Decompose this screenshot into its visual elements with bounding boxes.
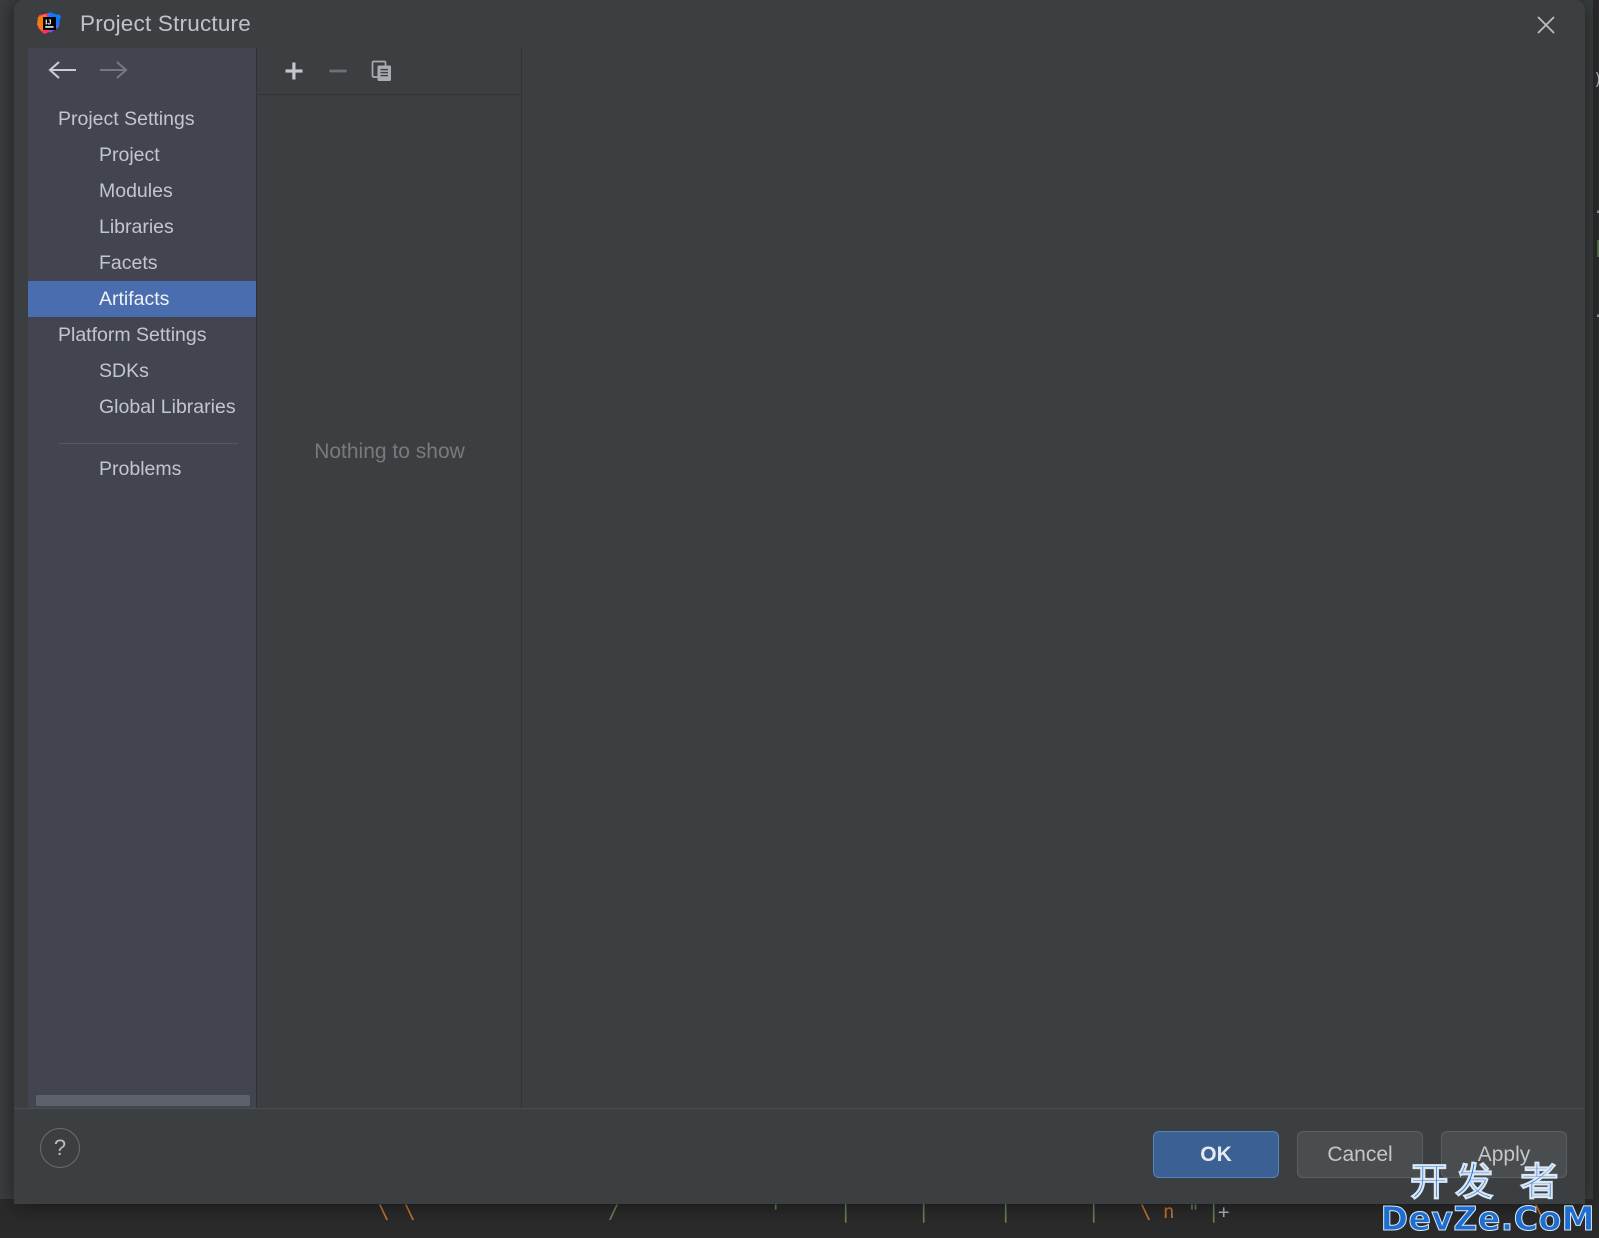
remove-artifact-button[interactable] bbox=[316, 51, 360, 91]
sidebar-horizontal-scrollbar[interactable] bbox=[36, 1095, 250, 1106]
sidebar-item-sdks[interactable]: SDKs bbox=[28, 353, 256, 389]
artifacts-toolbar bbox=[258, 48, 521, 95]
apply-button[interactable]: Apply bbox=[1441, 1131, 1567, 1178]
sidebar-item-list: Project Settings Project Modules Librari… bbox=[28, 96, 256, 488]
svg-text:IJ: IJ bbox=[45, 18, 51, 27]
artifact-detail-panel bbox=[523, 48, 1585, 1108]
artifacts-list-panel: Nothing to show bbox=[258, 48, 522, 1108]
sidebar-item-problems[interactable]: Problems bbox=[28, 444, 256, 488]
sidebar-item-global-libraries[interactable]: Global Libraries bbox=[28, 389, 256, 425]
sidebar-item-facets[interactable]: Facets bbox=[28, 245, 256, 281]
copy-artifact-button[interactable] bbox=[360, 51, 404, 91]
background-editor-strip: \\/'|||||\n"+\ bbox=[0, 1199, 1599, 1237]
dialog-footer: ? OK Cancel Apply bbox=[14, 1108, 1585, 1204]
footer-button-group: OK Cancel Apply bbox=[1153, 1131, 1567, 1178]
sidebar-navigation-row bbox=[28, 48, 256, 96]
arrow-right-icon[interactable] bbox=[96, 58, 130, 87]
close-icon[interactable] bbox=[1529, 8, 1563, 42]
sidebar-item-libraries[interactable]: Libraries bbox=[28, 209, 256, 245]
artifacts-empty-message: Nothing to show bbox=[258, 440, 521, 464]
project-structure-dialog: IJ Project Structure bbox=[14, 0, 1585, 1204]
sidebar-item-modules[interactable]: Modules bbox=[28, 173, 256, 209]
arrow-left-icon[interactable] bbox=[46, 58, 80, 87]
settings-sidebar: Project Settings Project Modules Librari… bbox=[28, 48, 257, 1108]
background-editor-right-sliver: ).|. bbox=[1593, 0, 1599, 1199]
intellij-idea-logo-icon: IJ bbox=[36, 11, 62, 37]
help-icon[interactable]: ? bbox=[40, 1128, 80, 1168]
sidebar-item-artifacts[interactable]: Artifacts bbox=[28, 281, 256, 317]
sidebar-group-platform-settings: Platform Settings bbox=[28, 317, 256, 353]
ok-button[interactable]: OK bbox=[1153, 1131, 1279, 1178]
background-editor-code-tokens: \\/'|||||\n"+\ bbox=[0, 1199, 1599, 1237]
add-artifact-button[interactable] bbox=[272, 51, 316, 91]
dialog-title-bar: IJ Project Structure bbox=[14, 0, 1585, 48]
dialog-title: Project Structure bbox=[80, 11, 251, 37]
cancel-button[interactable]: Cancel bbox=[1297, 1131, 1423, 1178]
sidebar-item-project[interactable]: Project bbox=[28, 137, 256, 173]
sidebar-group-project-settings: Project Settings bbox=[28, 101, 256, 137]
